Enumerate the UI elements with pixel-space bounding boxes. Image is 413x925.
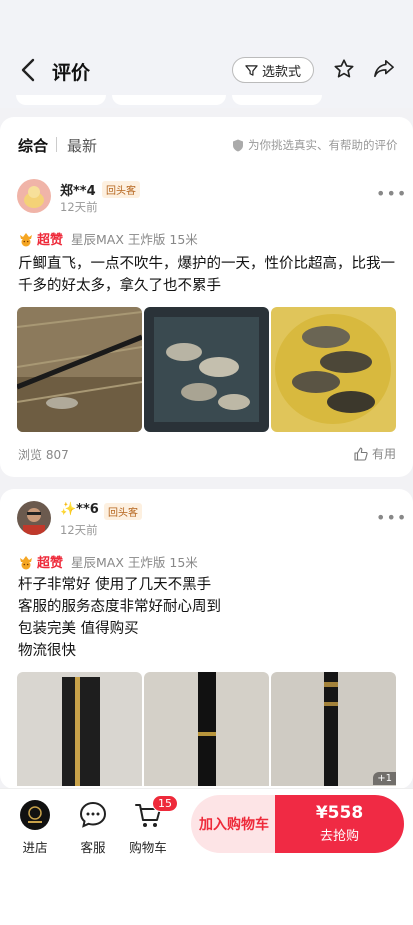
review-photo[interactable] bbox=[144, 307, 269, 432]
back-arrow-icon[interactable] bbox=[18, 58, 40, 82]
review-photo[interactable] bbox=[144, 672, 269, 786]
avatar[interactable] bbox=[17, 501, 51, 535]
filter-chip[interactable] bbox=[112, 95, 226, 105]
review-line: 包装完美 值得购买 bbox=[18, 621, 139, 637]
review-line: 物流很快 bbox=[18, 643, 76, 659]
page-title: 评价 bbox=[52, 62, 91, 84]
review-line: 杆子非常好 使用了几天不黑手 bbox=[18, 577, 212, 593]
useful-label: 有用 bbox=[372, 447, 397, 461]
shield-icon bbox=[233, 139, 243, 151]
filter-icon bbox=[245, 64, 258, 76]
buy-label: 去抢购 bbox=[319, 829, 359, 844]
review-photo[interactable]: +1 bbox=[271, 672, 396, 786]
review-text: 杆子非常好 使用了几天不黑手 客服的服务态度非常好耐心周到 包装完美 值得购买 … bbox=[18, 574, 398, 662]
thumbs-up-icon bbox=[354, 446, 368, 461]
praise-emoji-icon bbox=[20, 232, 32, 246]
store-label: 进店 bbox=[22, 840, 48, 855]
more-photos-badge: +1 bbox=[373, 772, 396, 785]
cart-button[interactable]: 15 购物车 bbox=[128, 795, 178, 856]
review-photo[interactable] bbox=[17, 307, 142, 432]
praise-label: 超赞 bbox=[37, 556, 64, 571]
filter-chip[interactable] bbox=[232, 95, 322, 105]
tab-divider bbox=[56, 137, 57, 152]
filter-chip-strip bbox=[0, 95, 413, 109]
reviewer-name: 郑**4 bbox=[60, 184, 96, 199]
useful-button[interactable]: 有用 bbox=[354, 445, 396, 462]
product-variant: 星辰MAX 王炸版 15米 bbox=[71, 232, 198, 247]
more-options-icon[interactable]: ••• bbox=[376, 508, 407, 527]
customer-service-button[interactable]: 客服 bbox=[76, 800, 110, 856]
chat-icon bbox=[79, 801, 107, 828]
tab-latest[interactable]: 最新 bbox=[67, 135, 97, 156]
reviewer-name: ✨**6 bbox=[60, 502, 99, 517]
praise-row: 超赞 星辰MAX 王炸版 15米 bbox=[18, 229, 198, 248]
tab-comprehensive[interactable]: 综合 bbox=[18, 135, 48, 156]
product-variant: 星辰MAX 王炸版 15米 bbox=[71, 555, 198, 570]
praise-emoji-icon bbox=[20, 555, 32, 569]
more-options-icon[interactable]: ••• bbox=[376, 184, 407, 203]
star-icon[interactable] bbox=[333, 58, 355, 80]
store-button[interactable]: 进店 bbox=[18, 800, 52, 856]
select-style-button[interactable]: 选款式 bbox=[232, 57, 314, 83]
view-count: 浏览 807 bbox=[18, 448, 69, 462]
praise-row: 超赞 星辰MAX 王炸版 15米 bbox=[18, 552, 198, 571]
cart-label: 购物车 bbox=[129, 840, 167, 855]
curation-note: 为你挑选真实、有帮助的评价 bbox=[232, 137, 398, 153]
filter-chip[interactable] bbox=[16, 95, 106, 105]
praise-label: 超赞 bbox=[37, 233, 64, 248]
avatar[interactable] bbox=[17, 179, 51, 213]
review-line: 客服的服务态度非常好耐心周到 bbox=[18, 599, 221, 615]
repeat-customer-badge: 回头客 bbox=[104, 503, 142, 520]
review-photo[interactable] bbox=[271, 307, 396, 432]
buy-now-button[interactable]: ¥558 去抢购 bbox=[275, 795, 404, 853]
review-photo[interactable] bbox=[17, 672, 142, 786]
review-text: 斤鲫直飞，一点不吹牛，爆护的一天，性价比超高，比我一千多的好太多，拿久了也不累手 bbox=[18, 256, 395, 294]
price: ¥558 bbox=[315, 803, 364, 823]
share-icon[interactable] bbox=[373, 59, 395, 79]
service-label: 客服 bbox=[80, 840, 106, 855]
review-time: 12天前 bbox=[60, 200, 98, 214]
repeat-customer-badge: 回头客 bbox=[102, 181, 140, 198]
review-time: 12天前 bbox=[60, 523, 98, 537]
header: 评价 选款式 bbox=[0, 0, 413, 108]
store-logo-icon bbox=[20, 800, 50, 830]
curation-note-text: 为你挑选真实、有帮助的评价 bbox=[248, 138, 398, 152]
add-to-cart-button[interactable]: 加入购物车 bbox=[191, 795, 277, 853]
select-style-label: 选款式 bbox=[261, 64, 301, 80]
cart-count-badge: 15 bbox=[152, 795, 178, 812]
